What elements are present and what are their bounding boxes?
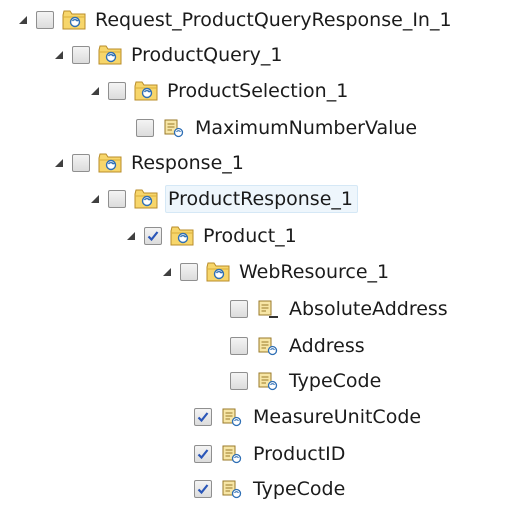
node-checkbox[interactable]	[180, 263, 198, 281]
tree-node-measureunitcode[interactable]: MeasureUnitCode	[194, 400, 425, 434]
field-element-icon	[219, 478, 244, 500]
node-label[interactable]: WebResource_1	[237, 258, 393, 286]
node-checkbox[interactable]	[72, 46, 90, 64]
tree-node-absoluteaddress[interactable]: AbsoluteAddress	[230, 292, 452, 326]
field-element-icon	[255, 335, 280, 357]
node-label[interactable]: Response_1	[129, 149, 248, 177]
node-checkbox[interactable]	[230, 300, 248, 318]
node-label[interactable]: MeasureUnitCode	[251, 403, 425, 431]
structure-folder-icon	[97, 44, 122, 66]
expand-triangle-icon[interactable]	[86, 82, 104, 100]
node-label[interactable]: Request_ProductQueryResponse_In_1	[93, 6, 456, 34]
node-checkbox[interactable]	[230, 372, 248, 390]
node-label[interactable]: TypeCode	[251, 475, 349, 503]
node-label[interactable]: ProductResponse_1	[165, 185, 358, 213]
structure-tree: Request_ProductQueryResponse_In_1 Produc…	[0, 0, 510, 503]
node-label[interactable]: TypeCode	[287, 367, 385, 395]
checkmark-icon	[197, 412, 209, 423]
node-label[interactable]: ProductID	[251, 440, 349, 468]
expand-triangle-icon[interactable]	[158, 263, 176, 281]
node-checkbox[interactable]	[144, 227, 162, 245]
tree-node-response-1[interactable]: Response_1	[50, 146, 248, 180]
structure-folder-icon	[61, 9, 86, 31]
node-checkbox[interactable]	[36, 11, 54, 29]
field-element-icon	[161, 117, 186, 139]
expand-triangle-icon[interactable]	[122, 227, 140, 245]
structure-folder-icon	[169, 225, 194, 247]
node-label[interactable]: MaximumNumberValue	[193, 114, 421, 142]
node-checkbox[interactable]	[230, 337, 248, 355]
field-element-icon	[219, 443, 244, 465]
node-checkbox[interactable]	[136, 119, 154, 137]
expand-triangle-icon[interactable]	[86, 190, 104, 208]
tree-node-productresponse-1[interactable]: ProductResponse_1	[86, 182, 358, 216]
key-field-element-icon	[255, 298, 280, 320]
tree-node-typecode-product[interactable]: TypeCode	[194, 472, 349, 506]
structure-folder-icon	[205, 261, 230, 283]
node-checkbox[interactable]	[194, 480, 212, 498]
expand-triangle-icon[interactable]	[50, 46, 68, 64]
tree-node-productselection-1[interactable]: ProductSelection_1	[86, 74, 352, 108]
node-checkbox[interactable]	[194, 445, 212, 463]
node-label[interactable]: ProductQuery_1	[129, 41, 286, 69]
field-element-icon	[255, 370, 280, 392]
tree-node-typecode-webresource[interactable]: TypeCode	[230, 364, 385, 398]
structure-folder-icon	[133, 80, 158, 102]
node-checkbox[interactable]	[108, 82, 126, 100]
tree-node-product-1[interactable]: Product_1	[122, 219, 301, 253]
node-label[interactable]: ProductSelection_1	[165, 77, 352, 105]
checkmark-icon	[147, 231, 159, 242]
expand-triangle-icon[interactable]	[14, 11, 32, 29]
node-checkbox[interactable]	[108, 190, 126, 208]
structure-folder-icon	[133, 188, 158, 210]
checkmark-icon	[197, 484, 209, 495]
node-checkbox[interactable]	[72, 154, 90, 172]
expand-triangle-icon[interactable]	[50, 154, 68, 172]
node-label[interactable]: Product_1	[201, 222, 301, 250]
tree-node-productid[interactable]: ProductID	[194, 437, 349, 471]
checkmark-icon	[197, 449, 209, 460]
tree-node-productquery-1[interactable]: ProductQuery_1	[50, 38, 286, 72]
node-checkbox[interactable]	[194, 408, 212, 426]
tree-node-address[interactable]: Address	[230, 329, 369, 363]
field-element-icon	[219, 406, 244, 428]
node-label[interactable]: Address	[287, 332, 369, 360]
tree-node-request-productqueryresponse-in-1[interactable]: Request_ProductQueryResponse_In_1	[14, 3, 456, 37]
tree-node-maximumnumbervalue[interactable]: MaximumNumberValue	[136, 111, 421, 145]
structure-folder-icon	[97, 152, 122, 174]
tree-node-webresource-1[interactable]: WebResource_1	[158, 255, 393, 289]
node-label[interactable]: AbsoluteAddress	[287, 295, 452, 323]
